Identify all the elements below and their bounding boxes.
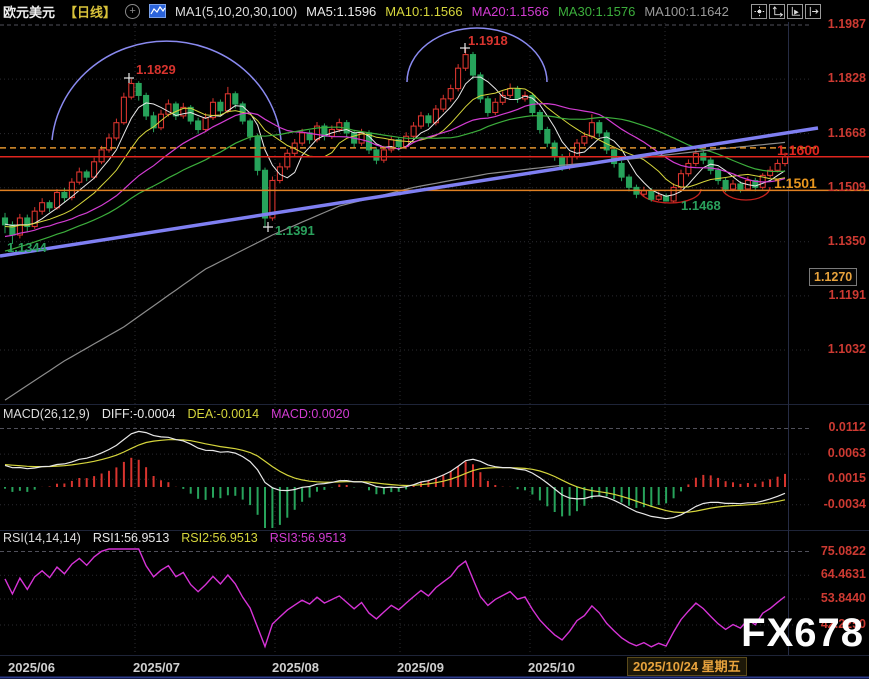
ma20-value: MA20:1.1566: [472, 4, 549, 19]
macd-axis-label: 0.0063: [828, 446, 866, 461]
chart-canvas[interactable]: [0, 0, 869, 679]
toolbar-icon-group: [751, 4, 821, 19]
ma5-value: MA5:1.1596: [306, 4, 376, 19]
macd-header: MACD(26,12,9) DIFF:-0.0004 DEA:-0.0014 M…: [3, 407, 350, 421]
time-axis-label: 2025/08: [272, 660, 319, 675]
ma-settings-label[interactable]: MA1(5,10,20,30,100): [175, 4, 297, 19]
crosshair-move-icon[interactable]: [751, 4, 767, 19]
time-axis-label: 2025/07: [133, 660, 180, 675]
rsi-title: RSI(14,14,14): [3, 531, 81, 545]
add-compare-icon[interactable]: +: [125, 4, 140, 19]
price-annotation: 1.1391: [275, 224, 315, 238]
price-tag-orange: 1.1501: [774, 176, 817, 190]
price-annotation: 1.1468: [681, 199, 721, 213]
rsi-axis-label: 64.4631: [821, 567, 866, 582]
price-tag-red: 1.1600: [777, 143, 820, 157]
period-selector[interactable]: 【日线】: [64, 2, 116, 21]
macd-title: MACD(26,12,9): [3, 407, 90, 421]
ma10-value: MA10:1.1566: [385, 4, 462, 19]
price-axis-label: 1.1191: [828, 288, 866, 303]
symbol-name[interactable]: 欧元美元: [3, 2, 55, 21]
current-date-readout: 2025/10/24 星期五: [627, 657, 747, 676]
price-annotation: 1.1918: [468, 34, 508, 48]
crosshair-price-readout: 1.1270: [809, 268, 857, 286]
rsi1-value: RSI1:56.9513: [93, 531, 169, 545]
chart-app-window: 欧元美元 【日线】 + MA1(5,10,20,30,100) MA5:1.15…: [0, 0, 869, 679]
price-annotation: 1.1829: [136, 63, 176, 77]
ma100-value: MA100:1.1642: [644, 4, 729, 19]
fx678-watermark: FX678: [741, 611, 864, 656]
axis-pointer-icon[interactable]: [787, 4, 803, 19]
macd-axis-label: 0.0112: [828, 420, 866, 435]
macd-macd-value: MACD:0.0020: [271, 407, 350, 421]
price-annotation: 1.1344: [7, 241, 47, 255]
mini-chart-icon[interactable]: [149, 4, 166, 18]
rsi-axis-label: 75.0822: [821, 544, 866, 559]
price-axis-label: 1.1509: [828, 180, 866, 195]
price-axis-label: 1.1350: [828, 234, 866, 249]
time-axis-label: 2025/06: [8, 660, 55, 675]
pan-right-icon[interactable]: [805, 4, 821, 19]
rsi-header: RSI(14,14,14) RSI1:56.9513 RSI2:56.9513 …: [3, 531, 346, 545]
price-axis-label: 1.1032: [828, 342, 866, 357]
macd-axis-label: -0.0034: [824, 497, 866, 512]
time-axis-label: 2025/09: [397, 660, 444, 675]
toolbar: 欧元美元 【日线】 + MA1(5,10,20,30,100) MA5:1.15…: [0, 0, 869, 22]
rsi2-value: RSI2:56.9513: [181, 531, 257, 545]
price-axis-label: 1.1828: [828, 71, 866, 86]
rsi3-value: RSI3:56.9513: [270, 531, 346, 545]
time-axis-label: 2025/10: [528, 660, 575, 675]
rsi-axis-label: 53.8440: [821, 591, 866, 606]
price-axis-label: 1.1668: [828, 126, 866, 141]
macd-diff-value: DIFF:-0.0004: [102, 407, 176, 421]
axis-scale-icon[interactable]: [769, 4, 785, 19]
macd-axis-label: 0.0015: [828, 471, 866, 486]
macd-dea-value: DEA:-0.0014: [187, 407, 259, 421]
ma30-value: MA30:1.1576: [558, 4, 635, 19]
